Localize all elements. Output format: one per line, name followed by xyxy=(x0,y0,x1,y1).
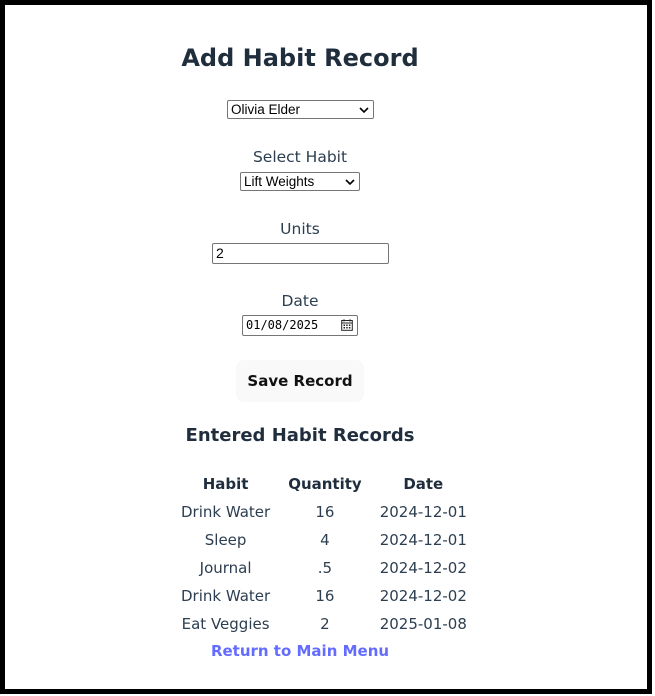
records-table: Habit Quantity Date Drink Water 16 2024-… xyxy=(172,470,476,638)
user-select[interactable]: Olivia Elder xyxy=(227,100,374,119)
chevron-down-icon xyxy=(345,179,355,186)
table-row: Drink Water 16 2024-12-01 xyxy=(172,498,476,526)
cell-date: 2024-12-02 xyxy=(379,559,467,577)
header: Add Habit Record xyxy=(0,44,600,72)
table-row: Drink Water 16 2024-12-02 xyxy=(172,582,476,610)
table-row: Sleep 4 2024-12-01 xyxy=(172,526,476,554)
units-input-value: 2 xyxy=(216,245,224,261)
cell-quantity: 16 xyxy=(315,587,335,605)
units-input[interactable]: 2 xyxy=(212,243,389,264)
cell-date: 2024-12-02 xyxy=(379,587,467,605)
date-input[interactable]: 01/08/2025 xyxy=(242,315,358,336)
cell-habit: Drink Water xyxy=(181,587,271,605)
date-label: Date xyxy=(281,292,319,310)
habit-label: Select Habit xyxy=(252,148,348,166)
table-row: Eat Veggies 2 2025-01-08 xyxy=(172,610,476,638)
cell-habit: Journal xyxy=(199,559,252,577)
habit-select[interactable]: Lift Weights xyxy=(240,172,360,191)
units-label-row: Units xyxy=(0,219,600,238)
page-title: Add Habit Record xyxy=(181,44,419,72)
date-input-value: 01/08/2025 xyxy=(246,318,319,332)
save-record-button[interactable]: Save Record xyxy=(236,360,364,402)
column-header-habit: Habit xyxy=(202,475,249,493)
habit-select-value: Lift Weights xyxy=(244,174,315,189)
habit-label-row: Select Habit xyxy=(0,147,600,166)
cell-date: 2024-12-01 xyxy=(379,503,467,521)
cell-date: 2024-12-01 xyxy=(379,531,467,549)
table-header-row: Habit Quantity Date xyxy=(172,470,476,498)
table-row: Journal .5 2024-12-02 xyxy=(172,554,476,582)
column-header-quantity: Quantity xyxy=(288,475,362,493)
chevron-down-icon xyxy=(359,107,369,114)
cell-date: 2025-01-08 xyxy=(379,615,467,633)
records-heading-row: Entered Habit Records xyxy=(0,425,600,446)
cell-habit: Drink Water xyxy=(181,503,271,521)
footer-nav: Return to Main Menu xyxy=(0,641,600,660)
cell-quantity: 2 xyxy=(320,615,330,633)
user-select-value: Olivia Elder xyxy=(231,102,301,117)
cell-habit: Sleep xyxy=(204,531,247,549)
cell-quantity: 4 xyxy=(320,531,330,549)
return-to-main-menu-link[interactable]: Return to Main Menu xyxy=(211,642,389,660)
records-heading: Entered Habit Records xyxy=(185,425,415,446)
cell-quantity: .5 xyxy=(317,559,333,577)
cell-habit: Eat Veggies xyxy=(181,615,270,633)
units-label: Units xyxy=(280,220,320,238)
column-header-date: Date xyxy=(403,475,444,493)
date-label-row: Date xyxy=(0,291,600,310)
calendar-icon[interactable] xyxy=(341,319,353,331)
cell-quantity: 16 xyxy=(315,503,335,521)
